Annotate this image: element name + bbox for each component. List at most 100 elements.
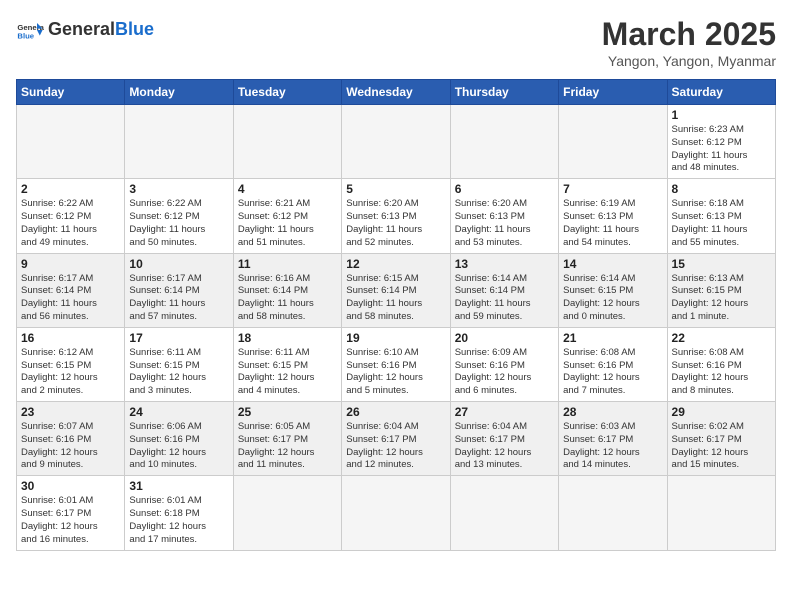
calendar-cell: 22Sunrise: 6:08 AM Sunset: 6:16 PM Dayli… [667, 327, 775, 401]
calendar-cell: 3Sunrise: 6:22 AM Sunset: 6:12 PM Daylig… [125, 179, 233, 253]
day-info: Sunrise: 6:13 AM Sunset: 6:15 PM Dayligh… [672, 273, 771, 324]
month-title: March 2025 [602, 16, 776, 53]
day-number: 31 [129, 479, 228, 493]
day-info: Sunrise: 6:12 AM Sunset: 6:15 PM Dayligh… [21, 347, 120, 398]
day-number: 15 [672, 257, 771, 271]
day-number: 6 [455, 182, 554, 196]
day-info: Sunrise: 6:17 AM Sunset: 6:14 PM Dayligh… [21, 273, 120, 324]
calendar-cell [342, 105, 450, 179]
calendar-cell: 4Sunrise: 6:21 AM Sunset: 6:12 PM Daylig… [233, 179, 341, 253]
day-number: 25 [238, 405, 337, 419]
weekday-header-thursday: Thursday [450, 80, 558, 105]
calendar-cell [233, 105, 341, 179]
calendar-table: SundayMondayTuesdayWednesdayThursdayFrid… [16, 79, 776, 551]
calendar-cell: 31 Sunrise: 6:01 AM Sunset: 6:18 PM Dayli… [125, 476, 233, 550]
calendar-cell: 5 Sunrise: 6:20 AM Sunset: 6:13 PM Daylig… [342, 179, 450, 253]
calendar-cell: 21 Sunrise: 6:08 AM Sunset: 6:16 PM Dayli… [559, 327, 667, 401]
calendar-cell: 24 Sunrise: 6:06 AM Sunset: 6:16 PM Dayli… [125, 402, 233, 476]
day-info: Sunrise: 6:04 AM Sunset: 6:17 PM Dayligh… [346, 421, 445, 472]
day-number: 10 [129, 257, 228, 271]
day-info: Sunrise: 6:14 AM Sunset: 6:15 PM Dayligh… [563, 273, 662, 324]
calendar-cell: 25 Sunrise: 6:05 AM Sunset: 6:17 PM Dayli… [233, 402, 341, 476]
day-number: 23 [21, 405, 120, 419]
day-number: 17 [129, 331, 228, 345]
calendar-cell: 11 Sunrise: 6:16 AM Sunset: 6:14 PM Dayli… [233, 253, 341, 327]
day-info: Sunrise: 6:10 AM Sunset: 6:16 PM Dayligh… [346, 347, 445, 398]
weekday-header-wednesday: Wednesday [342, 80, 450, 105]
day-number: 3 [129, 182, 228, 196]
logo: General Blue GeneralBlue [16, 16, 154, 44]
page-header: General Blue GeneralBlue March 2025 Yang… [16, 16, 776, 69]
day-info: Sunrise: 6:22 AM Sunset: 6:12 PM Dayligh… [21, 198, 120, 249]
weekday-header-monday: Monday [125, 80, 233, 105]
calendar-cell [17, 105, 125, 179]
calendar-cell: 12Sunrise: 6:15 AM Sunset: 6:14 PM Dayli… [342, 253, 450, 327]
day-info: Sunrise: 6:08 AM Sunset: 6:16 PM Dayligh… [563, 347, 662, 398]
calendar-cell: 19 Sunrise: 6:10 AM Sunset: 6:16 PM Dayli… [342, 327, 450, 401]
calendar-cell: 2 Sunrise: 6:22 AM Sunset: 6:12 PM Daylig… [17, 179, 125, 253]
day-info: Sunrise: 6:02 AM Sunset: 6:17 PM Dayligh… [672, 421, 771, 472]
day-number: 30 [21, 479, 120, 493]
weekday-header-friday: Friday [559, 80, 667, 105]
day-number: 22 [672, 331, 771, 345]
calendar-cell: 29 Sunrise: 6:02 AM Sunset: 6:17 PM Dayli… [667, 402, 775, 476]
day-info: Sunrise: 6:14 AM Sunset: 6:14 PM Dayligh… [455, 273, 554, 324]
calendar-cell: 26 Sunrise: 6:04 AM Sunset: 6:17 PM Dayli… [342, 402, 450, 476]
day-info: Sunrise: 6:04 AM Sunset: 6:17 PM Dayligh… [455, 421, 554, 472]
day-number: 24 [129, 405, 228, 419]
day-number: 21 [563, 331, 662, 345]
day-info: Sunrise: 6:20 AM Sunset: 6:13 PM Dayligh… [455, 198, 554, 249]
day-number: 11 [238, 257, 337, 271]
calendar-cell [450, 476, 558, 550]
svg-text:Blue: Blue [17, 31, 34, 40]
calendar-cell [559, 476, 667, 550]
day-number: 2 [21, 182, 120, 196]
day-number: 1 [672, 108, 771, 122]
day-number: 9 [21, 257, 120, 271]
calendar-cell: 28 Sunrise: 6:03 AM Sunset: 6:17 PM Dayli… [559, 402, 667, 476]
day-number: 13 [455, 257, 554, 271]
calendar-cell: 8 Sunrise: 6:18 AM Sunset: 6:13 PM Daylig… [667, 179, 775, 253]
day-info: Sunrise: 6:20 AM Sunset: 6:13 PM Dayligh… [346, 198, 445, 249]
calendar-cell: 27 Sunrise: 6:04 AM Sunset: 6:17 PM Dayli… [450, 402, 558, 476]
day-info: Sunrise: 6:03 AM Sunset: 6:17 PM Dayligh… [563, 421, 662, 472]
logo-icon: General Blue [16, 16, 44, 44]
day-number: 19 [346, 331, 445, 345]
day-info: Sunrise: 6:23 AM Sunset: 6:12 PM Dayligh… [672, 124, 771, 175]
location: Yangon, Yangon, Myanmar [602, 53, 776, 69]
calendar-cell: 7Sunrise: 6:19 AM Sunset: 6:13 PM Daylig… [559, 179, 667, 253]
day-info: Sunrise: 6:09 AM Sunset: 6:16 PM Dayligh… [455, 347, 554, 398]
calendar-cell: 10 Sunrise: 6:17 AM Sunset: 6:14 PM Dayli… [125, 253, 233, 327]
day-number: 8 [672, 182, 771, 196]
logo-text: GeneralBlue [48, 20, 154, 40]
day-info: Sunrise: 6:17 AM Sunset: 6:14 PM Dayligh… [129, 273, 228, 324]
calendar-cell [125, 105, 233, 179]
day-number: 14 [563, 257, 662, 271]
calendar-cell [450, 105, 558, 179]
calendar-cell [342, 476, 450, 550]
day-info: Sunrise: 6:18 AM Sunset: 6:13 PM Dayligh… [672, 198, 771, 249]
day-number: 27 [455, 405, 554, 419]
day-number: 28 [563, 405, 662, 419]
calendar-cell: 17 Sunrise: 6:11 AM Sunset: 6:15 PM Dayli… [125, 327, 233, 401]
day-number: 20 [455, 331, 554, 345]
calendar-cell: 13 Sunrise: 6:14 AM Sunset: 6:14 PM Dayli… [450, 253, 558, 327]
day-info: Sunrise: 6:01 AM Sunset: 6:18 PM Dayligh… [129, 495, 228, 546]
day-number: 29 [672, 405, 771, 419]
day-info: Sunrise: 6:15 AM Sunset: 6:14 PM Dayligh… [346, 273, 445, 324]
day-info: Sunrise: 6:11 AM Sunset: 6:15 PM Dayligh… [129, 347, 228, 398]
weekday-header-tuesday: Tuesday [233, 80, 341, 105]
day-number: 5 [346, 182, 445, 196]
day-info: Sunrise: 6:06 AM Sunset: 6:16 PM Dayligh… [129, 421, 228, 472]
calendar-cell: 30 Sunrise: 6:01 AM Sunset: 6:17 PM Dayli… [17, 476, 125, 550]
calendar-cell: 6 Sunrise: 6:20 AM Sunset: 6:13 PM Daylig… [450, 179, 558, 253]
calendar-cell: 23Sunrise: 6:07 AM Sunset: 6:16 PM Dayli… [17, 402, 125, 476]
day-info: Sunrise: 6:11 AM Sunset: 6:15 PM Dayligh… [238, 347, 337, 398]
calendar-cell: 1 Sunrise: 6:23 AM Sunset: 6:12 PM Daylig… [667, 105, 775, 179]
day-info: Sunrise: 6:19 AM Sunset: 6:13 PM Dayligh… [563, 198, 662, 249]
day-number: 26 [346, 405, 445, 419]
calendar-cell: 9 Sunrise: 6:17 AM Sunset: 6:14 PM Daylig… [17, 253, 125, 327]
day-info: Sunrise: 6:16 AM Sunset: 6:14 PM Dayligh… [238, 273, 337, 324]
day-info: Sunrise: 6:01 AM Sunset: 6:17 PM Dayligh… [21, 495, 120, 546]
day-info: Sunrise: 6:05 AM Sunset: 6:17 PM Dayligh… [238, 421, 337, 472]
